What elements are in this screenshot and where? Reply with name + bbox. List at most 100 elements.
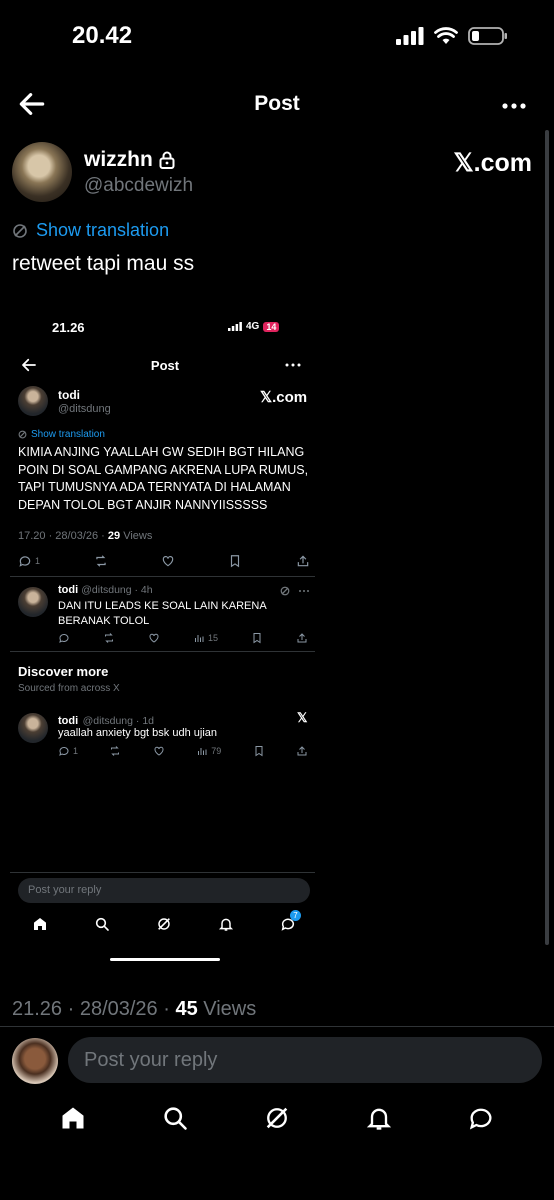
reply-action-bar: 15 (58, 632, 308, 644)
bookmark-icon (231, 555, 240, 568)
grok-icon[interactable] (263, 1104, 291, 1132)
embedded-views-count: 29 (107, 530, 121, 542)
show-translation-label: Show translation (36, 220, 170, 240)
translate-icon (13, 223, 27, 238)
reply-action: 1 (18, 554, 40, 568)
post-meta: 21.26 · 28/03/26 · 45 Views (12, 998, 256, 1021)
embedded-post-meta: 17.20 · 28/03/26 · 29 Views (18, 530, 152, 542)
reply-icon (19, 556, 31, 567)
embedded-source-label: 𝕏.com (260, 389, 308, 406)
reply-icon (59, 633, 69, 643)
source-label: 𝕏.com (453, 149, 533, 177)
reply-icon (59, 746, 69, 756)
grok-icon (158, 918, 170, 930)
embedded-views-label: Views (120, 530, 153, 542)
discover-action-bar: 1 79 (58, 745, 308, 757)
signal-icon (228, 322, 242, 331)
wifi-icon (434, 27, 458, 44)
embedded-network: 4G (246, 321, 260, 332)
embedded-timestamp: 17.20 · 28/03/26 · (18, 530, 108, 542)
author-handle[interactable]: @abcdewizh (84, 175, 193, 197)
notification-badge: 7 (290, 910, 301, 921)
post-text: retweet tapi mau ss (12, 252, 195, 275)
avatar[interactable] (12, 142, 72, 202)
embedded-post-text: KIMIA ANJING YAALLAH GW SEDIH BGT HILANG… (18, 445, 309, 512)
embedded-battery: 14 (263, 321, 280, 332)
embedded-messages: 7 (280, 910, 301, 932)
discover-text: yaallah anxiety bgt bsk udh ujian (58, 727, 217, 739)
embedded-action-bar: 1 (18, 554, 310, 568)
divider (10, 872, 315, 873)
scrollbar[interactable] (545, 130, 549, 945)
embedded-author-handle: @ditsdung (58, 403, 111, 415)
page-title: Post (254, 92, 300, 115)
show-translation-link[interactable]: Show translation (12, 220, 169, 241)
reply-avatar (18, 587, 48, 617)
translate-icon (18, 430, 27, 439)
more-icon (285, 363, 301, 367)
share-icon (297, 746, 307, 756)
discover-views: 79 (211, 746, 222, 756)
embedded-author-name: todi (58, 388, 80, 402)
embedded-show-translation: Show translation (18, 429, 105, 440)
home-icon[interactable] (59, 1104, 87, 1132)
views-action: 15 (193, 632, 218, 644)
more-icon[interactable] (500, 92, 528, 120)
repost-icon (104, 633, 113, 643)
divider (0, 1026, 554, 1027)
share-icon (297, 633, 307, 643)
home-icon (34, 918, 46, 930)
discover-title: Discover more (18, 664, 109, 679)
reply-input[interactable]: Post your reply (68, 1037, 542, 1083)
embedded-bottom-nav: 7 (18, 910, 310, 932)
repost-icon (111, 746, 120, 756)
like-icon (149, 633, 159, 643)
divider (10, 576, 315, 577)
bookmark-icon (253, 633, 261, 644)
embedded-page-title: Post (150, 358, 180, 373)
bell-icon[interactable] (365, 1104, 393, 1132)
my-avatar[interactable] (12, 1038, 58, 1084)
translate-icon (280, 586, 290, 596)
views-icon (198, 748, 207, 755)
reply-text: DAN ITU LEADS KE SOAL LAIN KARENA BERANA… (58, 600, 267, 627)
like-icon (162, 556, 174, 567)
status-icons (396, 26, 508, 46)
discover-reply-count: 1 (73, 746, 79, 756)
reply-author: todi (58, 584, 79, 596)
bookmark-icon (255, 746, 263, 757)
embedded-avatar (18, 386, 48, 416)
search-icon (95, 917, 109, 931)
status-time: 20.42 (72, 22, 133, 49)
attached-image[interactable]: 21.26 4G 14 Post todi @ditsdung 𝕏.com Sh… (10, 310, 320, 970)
more-icon (299, 590, 309, 592)
repost-icon (95, 555, 106, 567)
views-label: Views (197, 998, 257, 1020)
post-timestamp: 21.26 · 28/03/26 · (12, 998, 176, 1020)
reply-action: 1 (58, 745, 78, 757)
views-count: 45 (175, 998, 198, 1020)
divider (10, 651, 315, 652)
reply-header: todi @ditsdung · 4h (58, 584, 153, 596)
reply-handle-time: @ditsdung · 4h (81, 584, 153, 596)
views-icon (194, 635, 204, 642)
home-indicator (110, 958, 220, 961)
embedded-status-time: 21.26 (52, 320, 85, 335)
signal-icon (396, 27, 424, 45)
bottom-nav (0, 1104, 554, 1132)
x-logo-icon: 𝕏 (297, 710, 308, 725)
search-icon[interactable] (161, 1104, 189, 1132)
views-action: 79 (196, 745, 221, 757)
discover-subtitle: Sourced from across X (18, 683, 120, 694)
embedded-translation-label: Show translation (31, 429, 105, 440)
discover-avatar (18, 713, 48, 743)
embedded-status-icons: 4G 14 (228, 321, 280, 332)
messages-icon[interactable] (467, 1104, 495, 1132)
like-icon (154, 746, 164, 756)
battery-icon (468, 27, 507, 45)
reply-views: 15 (207, 633, 218, 643)
reply-count: 1 (35, 556, 41, 566)
bell-icon (218, 918, 234, 931)
author-name[interactable]: wizzhn (84, 148, 175, 172)
lock-icon (159, 151, 175, 169)
